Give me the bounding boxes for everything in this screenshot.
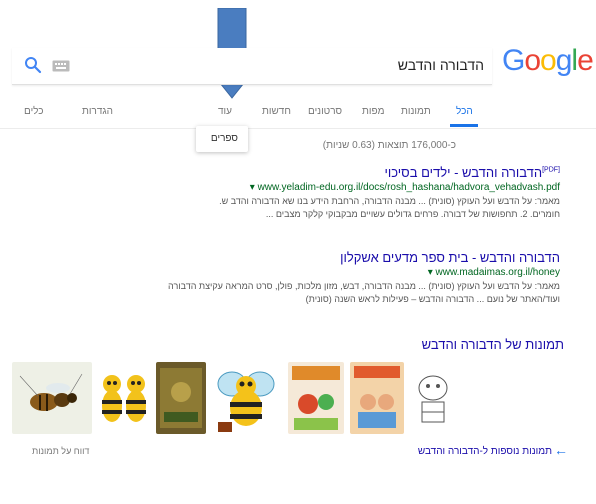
thumbnail-big-bee[interactable] [210, 362, 282, 434]
top-bar [0, 0, 596, 30]
snippet-line: מאמר: על הדבש ועל העוקץ (סונית) ... מבנה… [168, 281, 560, 291]
thumbnail-children-book[interactable] [350, 362, 404, 434]
tab-maps[interactable]: מפות [362, 106, 384, 117]
result-url-text[interactable]: www.yeladim-edu.org.il/docs/rosh_hashana… [258, 182, 560, 193]
result-stats: כ-176,000 תוצאות (0.63 שניות) [322, 140, 456, 151]
search-input[interactable]: הדבורה והדבש [398, 57, 484, 73]
dropdown-item-books[interactable]: ספרים [211, 133, 238, 144]
snippet-line: חומרים. 2. תחפושות של דבורה. פרחים גדולי… [265, 209, 560, 219]
active-tab-underline [450, 124, 478, 127]
snippet-line: מאמר: על הדבש ועל העוקץ (סונית) ... מבנה… [219, 196, 560, 206]
logo-letter: e [577, 44, 594, 77]
result-title[interactable]: הדבורה והדבש - בית ספר מדעים אשקלון [140, 250, 560, 265]
tab-tools[interactable]: כלים [24, 106, 44, 117]
tab-more[interactable]: עוד [218, 106, 232, 117]
tab-settings[interactable]: הגדרות [82, 106, 113, 117]
pdf-badge: [PDF] [542, 166, 560, 174]
arrow-left-icon[interactable]: ← [554, 442, 568, 458]
image-thumbnails [12, 362, 456, 434]
search-tabs: הכל תמונות מפות סרטונים חדשות עוד הגדרות… [0, 100, 596, 129]
thumbnail-bee-diagram[interactable] [12, 362, 92, 434]
logo-letter: o [540, 44, 557, 77]
result-title-text[interactable]: הדבורה והדבש - ילדים בסיכוי [384, 165, 542, 180]
tab-all[interactable]: הכל [456, 106, 473, 117]
result-url-text[interactable]: www.madaimas.org.il/honey [436, 267, 561, 278]
result-url[interactable]: ▾ www.yeladim-edu.org.il/docs/rosh_hasha… [140, 182, 560, 193]
more-dropdown: ספרים [196, 126, 248, 152]
snippet-line: ועוד/האתר של נועם ... הדבורה והדבש – פעי… [305, 294, 560, 304]
google-logo[interactable]: Google [502, 44, 594, 78]
images-section-title[interactable]: תמונות של הדבורה והדבש [422, 337, 564, 352]
more-images-link[interactable]: תמונות נוספות ל-הדבורה והדבש [418, 446, 552, 457]
tab-news[interactable]: חדשות [262, 106, 291, 117]
thumbnail-book-cover[interactable] [156, 362, 206, 434]
search-result: הדבורה והדבש - בית ספר מדעים אשקלון ▾ ww… [140, 250, 560, 306]
search-bar[interactable]: הדבורה והדבש [12, 48, 492, 85]
keyboard-icon[interactable] [52, 60, 70, 72]
search-result: [PDF]הדבורה והדבש - ילדים בסיכוי ▾ www.y… [140, 165, 560, 221]
thumbnail-book-colorful[interactable] [288, 362, 344, 434]
tab-videos[interactable]: סרטונים [308, 106, 342, 117]
result-title[interactable]: [PDF]הדבורה והדבש - ילדים בסיכוי [140, 165, 560, 180]
search-icon[interactable] [24, 56, 42, 74]
thumbnail-cartoon-bees[interactable] [96, 362, 152, 434]
report-images-link[interactable]: דווח על תמונות [32, 446, 89, 456]
logo-letter: G [502, 44, 525, 77]
result-snippet: מאמר: על הדבש ועל העוקץ (סונית) ... מבנה… [140, 280, 560, 306]
logo-letter: o [524, 44, 541, 77]
tab-images[interactable]: תמונות [401, 106, 431, 117]
result-snippet: מאמר: על הדבש ועל העוקץ (סונית) ... מבנה… [140, 195, 560, 221]
result-url[interactable]: ▾ www.madaimas.org.il/honey [140, 267, 560, 278]
logo-letter: g [555, 44, 573, 77]
thumbnail-line-drawing[interactable] [410, 362, 456, 434]
